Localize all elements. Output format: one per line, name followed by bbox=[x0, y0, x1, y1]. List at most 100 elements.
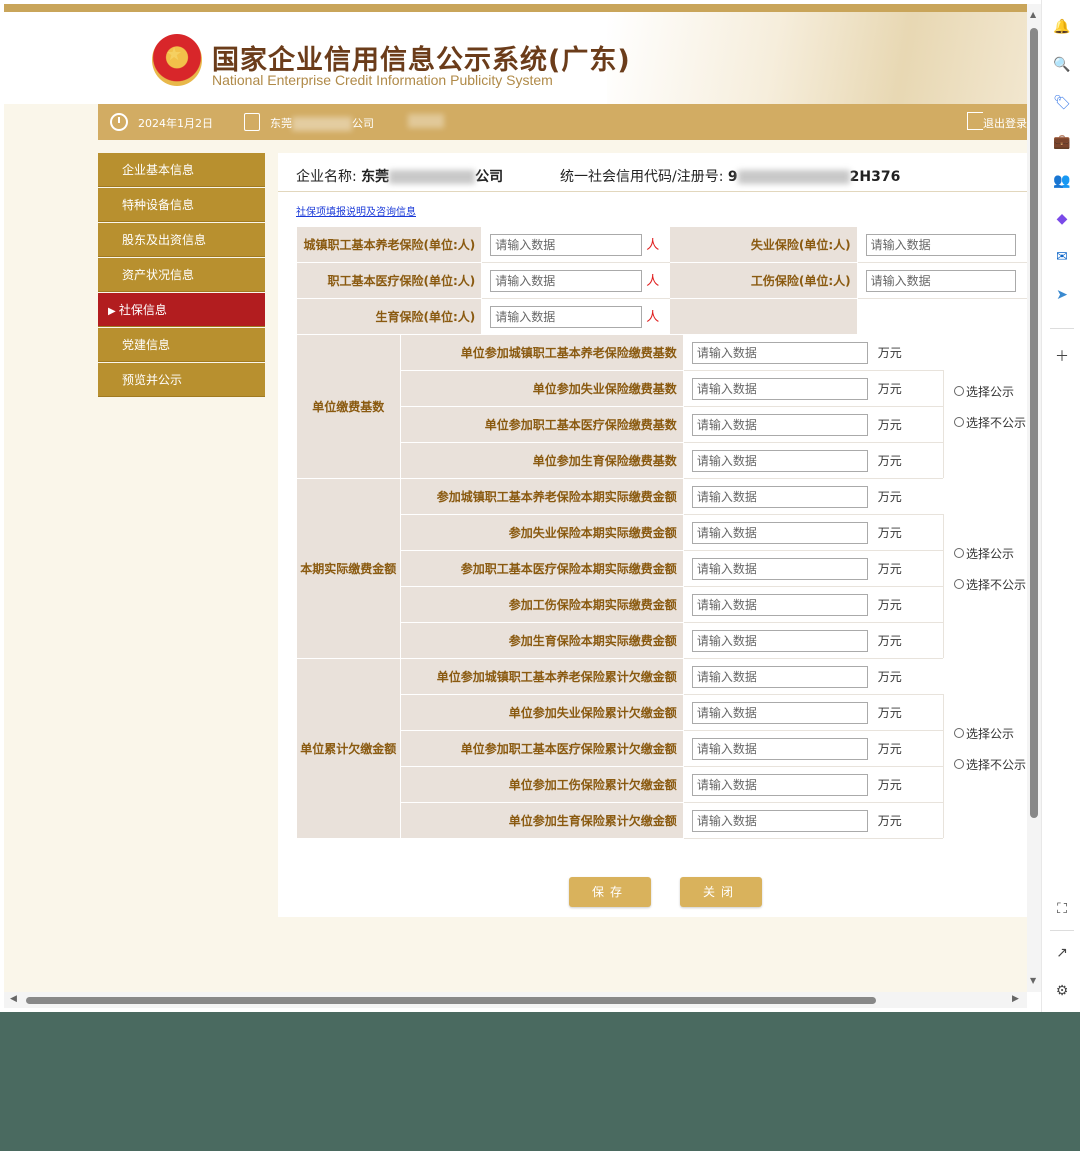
table-row: 单位参加失业保险累计欠缴金额 万元 bbox=[297, 694, 1027, 731]
amount-input[interactable] bbox=[691, 593, 868, 616]
scroll-up-icon[interactable]: ▲ bbox=[1030, 10, 1036, 19]
amount-input[interactable] bbox=[691, 701, 868, 724]
radio-no-publish[interactable]: 选择不公示 bbox=[953, 576, 1026, 593]
scroll-left-icon[interactable]: ◀ bbox=[10, 994, 17, 1004]
pension-count-input[interactable] bbox=[490, 233, 643, 256]
header-top-stripe bbox=[4, 4, 1027, 12]
save-button[interactable]: 保存 bbox=[569, 877, 651, 907]
label-unemployment-count: 失业保险(单位:人) bbox=[669, 226, 858, 263]
amount-input[interactable] bbox=[691, 341, 868, 364]
radio-no-publish[interactable]: 选择不公示 bbox=[953, 414, 1025, 431]
scroll-thumb-horizontal[interactable] bbox=[26, 997, 876, 1004]
radio-no-publish[interactable]: 选择不公示 bbox=[953, 756, 1026, 773]
radio-label: 选择不公示 bbox=[965, 757, 1026, 772]
unit-label: 万元 bbox=[868, 406, 944, 443]
unit-label: 万元 bbox=[868, 694, 944, 731]
briefcase-icon[interactable]: 💼 bbox=[1053, 133, 1071, 151]
radio-icon[interactable] bbox=[953, 417, 964, 427]
unit-label: 万元 bbox=[868, 766, 944, 803]
field-label: 单位参加生育保险缴费基数 bbox=[399, 442, 684, 479]
site-subtitle: National Enterprise Credit Information P… bbox=[212, 72, 553, 88]
unit-label: 人 bbox=[646, 237, 660, 253]
edge-separator bbox=[1050, 328, 1074, 329]
amount-input[interactable] bbox=[691, 413, 868, 436]
people-icon[interactable]: 👥 bbox=[1053, 172, 1071, 190]
edge-sidebar: 🔔 🔍 🏷 💼 👥 ◆ ✉ ➤ ＋ ⛶ ↗ ⚙ bbox=[1041, 0, 1080, 1012]
amounts-table: 单位缴费基数单位参加城镇职工基本养老保险缴费基数万元选择公示选择不公示单位参加失… bbox=[296, 334, 1027, 839]
table-row: 生育保险(单位:人) 人 bbox=[295, 298, 1027, 335]
field-label: 单位参加失业保险缴费基数 bbox=[399, 370, 684, 407]
table-row: 城镇职工基本养老保险(单位:人) 人 失业保险(单位:人) bbox=[295, 226, 1027, 263]
send-icon[interactable]: ➤ bbox=[1053, 286, 1071, 304]
scroll-down-icon[interactable]: ▼ bbox=[1030, 976, 1036, 985]
radio-icon[interactable] bbox=[953, 548, 964, 558]
field-label: 单位参加工伤保险累计欠缴金额 bbox=[399, 766, 684, 803]
unit-label: 人 bbox=[646, 309, 660, 325]
radio-icon[interactable] bbox=[953, 759, 964, 769]
scroll-right-icon[interactable]: ▶ bbox=[1012, 994, 1019, 1004]
radio-publish[interactable]: 选择公示 bbox=[953, 725, 1026, 742]
field-label: 参加职工基本医疗保险本期实际缴费金额 bbox=[399, 550, 684, 587]
sidebar-item-shareholders[interactable]: 股东及出资信息 bbox=[98, 223, 265, 257]
bell-icon[interactable]: 🔔 bbox=[1053, 18, 1071, 36]
radio-publish[interactable]: 选择公示 bbox=[953, 545, 1026, 562]
table-row: 单位参加生育保险累计欠缴金额 万元 bbox=[297, 802, 1027, 839]
amount-input[interactable] bbox=[691, 377, 868, 400]
field-label: 参加工伤保险本期实际缴费金额 bbox=[399, 586, 684, 623]
radio-icon[interactable] bbox=[953, 728, 964, 738]
copilot-icon[interactable]: ◆ bbox=[1053, 210, 1071, 228]
publish-radio-group: 选择公示选择不公示 bbox=[942, 478, 1027, 659]
sidebar-item-party-building[interactable]: 党建信息 bbox=[98, 328, 265, 362]
main-panel: 企业名称: 东莞 公司 统一社会信用代码/注册号: 9 2H376 社保项填报说明及… bbox=[278, 153, 1027, 917]
publish-radio-group: 选择公示选择不公示 bbox=[942, 658, 1027, 839]
tag-icon[interactable]: 🏷 bbox=[1053, 94, 1071, 112]
table-row: 本期实际缴费金额参加城镇职工基本养老保险本期实际缴费金额万元选择公示选择不公示 bbox=[296, 478, 1027, 659]
horizontal-scrollbar[interactable]: ◀ ▶ bbox=[4, 992, 1027, 1008]
scroll-thumb[interactable] bbox=[1030, 28, 1038, 818]
vertical-scrollbar[interactable]: ▲ ▼ bbox=[1027, 4, 1041, 992]
sidebar-nav: 企业基本信息 特种设备信息 股东及出资信息 资产状况信息 社保信息 党建信息 预… bbox=[98, 153, 265, 398]
amount-input[interactable] bbox=[691, 449, 868, 472]
amount-input[interactable] bbox=[691, 521, 868, 544]
sidebar-item-preview-publish[interactable]: 预览并公示 bbox=[98, 363, 265, 397]
radio-label: 选择不公示 bbox=[965, 577, 1026, 592]
add-icon[interactable]: ＋ bbox=[1053, 348, 1071, 366]
radio-icon[interactable] bbox=[953, 386, 964, 396]
edge-separator bbox=[1050, 930, 1074, 931]
open-external-icon[interactable]: ↗ bbox=[1053, 944, 1071, 962]
screenshot-icon[interactable]: ⛶ bbox=[1053, 900, 1071, 918]
injury-count-input[interactable] bbox=[865, 269, 1016, 292]
search-icon[interactable]: 🔍 bbox=[1053, 56, 1071, 74]
logout-link[interactable]: 退出登录 bbox=[983, 115, 1027, 131]
sidebar-item-basic-info[interactable]: 企业基本信息 bbox=[98, 153, 265, 187]
medical-count-input[interactable] bbox=[490, 269, 643, 292]
radio-icon[interactable] bbox=[953, 579, 964, 589]
unit-label: 万元 bbox=[868, 442, 944, 479]
unemployment-count-input[interactable] bbox=[865, 233, 1016, 256]
sidebar-item-special-equipment[interactable]: 特种设备信息 bbox=[98, 188, 265, 222]
table-row: 单位参加失业保险缴费基数 万元 bbox=[297, 370, 1027, 407]
amount-input[interactable] bbox=[691, 737, 868, 760]
help-link[interactable]: 社保项填报说明及咨询信息 bbox=[296, 203, 416, 218]
field-label: 单位参加城镇职工基本养老保险累计欠缴金额 bbox=[399, 658, 684, 695]
table-row: 职工基本医疗保险(单位:人) 人 工伤保险(单位:人) bbox=[295, 262, 1027, 299]
sidebar-item-assets[interactable]: 资产状况信息 bbox=[98, 258, 265, 292]
insured-count-table: 城镇职工基本养老保险(单位:人) 人 失业保险(单位:人) 职工基本医疗保险(单… bbox=[295, 226, 1027, 335]
sidebar-item-social-security[interactable]: 社保信息 bbox=[98, 293, 265, 327]
amount-input[interactable] bbox=[691, 773, 868, 796]
settings-icon[interactable]: ⚙ bbox=[1053, 982, 1071, 1000]
close-button[interactable]: 关闭 bbox=[680, 877, 762, 907]
logout-icon[interactable] bbox=[967, 112, 983, 130]
unit-label: 万元 bbox=[868, 478, 944, 515]
amount-input[interactable] bbox=[691, 557, 868, 580]
amount-input[interactable] bbox=[691, 809, 868, 832]
maternity-count-input[interactable] bbox=[490, 305, 643, 328]
group-title: 单位累计欠缴金额 bbox=[296, 658, 401, 839]
outlook-icon[interactable]: ✉ bbox=[1053, 248, 1071, 266]
radio-publish[interactable]: 选择公示 bbox=[953, 383, 1026, 400]
amount-input[interactable] bbox=[691, 629, 868, 652]
amount-input[interactable] bbox=[691, 485, 868, 508]
amount-input[interactable] bbox=[691, 665, 868, 688]
unit-label: 万元 bbox=[868, 334, 944, 371]
table-row: 参加工伤保险本期实际缴费金额 万元 bbox=[297, 586, 1027, 623]
